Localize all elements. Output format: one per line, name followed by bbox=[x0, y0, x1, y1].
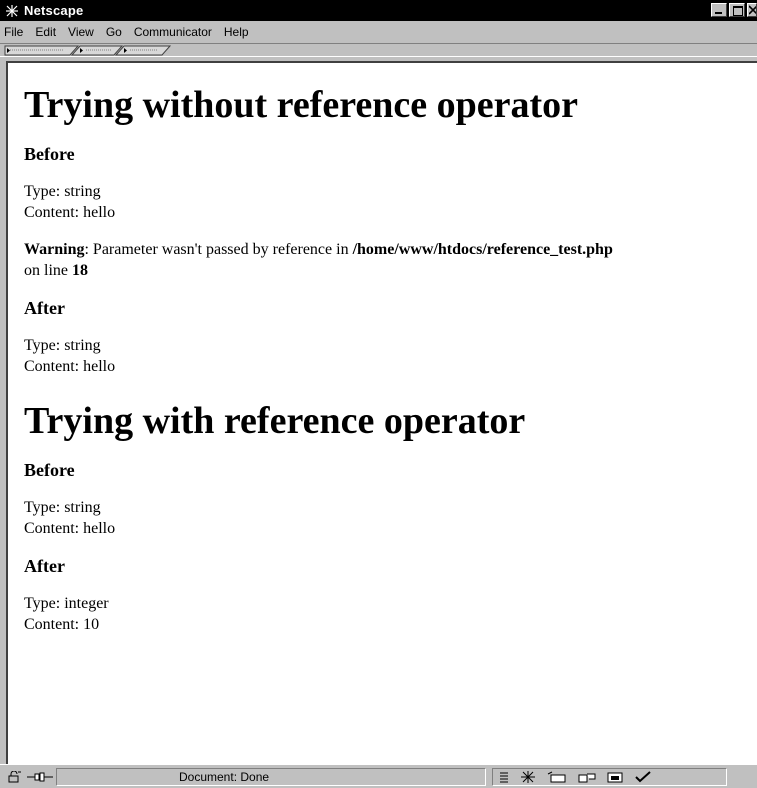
menu-communicator[interactable]: Communicator bbox=[134, 25, 212, 39]
warning-text: : Parameter wasn't passed by reference i… bbox=[84, 241, 353, 258]
menu-help[interactable]: Help bbox=[224, 25, 249, 39]
status-text: Document: Done bbox=[179, 769, 270, 784]
after-output-1: Type: string Content: hello bbox=[24, 335, 749, 377]
netscape-icon bbox=[3, 3, 21, 19]
before-content-2: Content: hello bbox=[24, 520, 116, 537]
component-bar bbox=[492, 767, 727, 786]
warning-path: /home/www/htdocs/reference_test.php bbox=[352, 241, 613, 258]
after-heading-2: After bbox=[24, 556, 65, 576]
before-type-1: Type: string bbox=[24, 183, 101, 200]
close-button[interactable] bbox=[747, 3, 757, 17]
warning-line-prefix: on line bbox=[24, 262, 72, 279]
menu-file[interactable]: File bbox=[4, 25, 23, 39]
warning-message: Warning: Parameter wasn't passed by refe… bbox=[24, 239, 749, 281]
status-message-panel: Document: Done bbox=[56, 767, 486, 786]
after-type-1: Type: string bbox=[24, 337, 101, 354]
security-lock-icon[interactable] bbox=[8, 770, 22, 783]
after-content-2: Content: 10 bbox=[24, 616, 100, 633]
title-bar[interactable]: Netscape bbox=[0, 0, 757, 21]
maximize-button[interactable] bbox=[729, 3, 745, 17]
minimize-button[interactable] bbox=[711, 3, 727, 17]
document-view[interactable]: Trying without reference operator Before… bbox=[6, 61, 757, 764]
heading-with-reference: Trying with reference operator bbox=[24, 400, 526, 442]
after-content-1: Content: hello bbox=[24, 358, 116, 375]
after-heading-1: After bbox=[24, 298, 65, 318]
before-heading-2: Before bbox=[24, 460, 75, 480]
before-output-2: Type: string Content: hello bbox=[24, 497, 749, 539]
after-output-2: Type: integer Content: 10 bbox=[24, 593, 749, 635]
navigator-icon[interactable] bbox=[519, 770, 537, 784]
before-output-1: Type: string Content: hello bbox=[24, 181, 749, 223]
collapsed-toolbars[interactable] bbox=[0, 43, 757, 57]
connection-icon bbox=[26, 771, 54, 783]
after-type-2: Type: integer bbox=[24, 595, 109, 612]
warning-label: Warning bbox=[24, 241, 85, 258]
before-type-2: Type: string bbox=[24, 499, 101, 516]
composer-icon[interactable] bbox=[607, 771, 623, 783]
content-frame: Trying without reference operator Before… bbox=[0, 57, 757, 764]
warning-line-number: 18 bbox=[72, 262, 88, 279]
menu-view[interactable]: View bbox=[68, 25, 94, 39]
heading-without-reference: Trying without reference operator bbox=[24, 84, 579, 126]
status-bar: Document: Done bbox=[0, 764, 757, 788]
before-content-1: Content: hello bbox=[24, 204, 116, 221]
mail-icon[interactable] bbox=[547, 771, 567, 783]
before-heading-1: Before bbox=[24, 144, 75, 164]
spellcheck-icon[interactable] bbox=[633, 770, 655, 783]
window-title: Netscape bbox=[24, 3, 84, 18]
menu-edit[interactable]: Edit bbox=[35, 25, 56, 39]
menu-bar: File Edit View Go Communicator Help bbox=[0, 21, 757, 43]
list-icon[interactable] bbox=[499, 771, 509, 783]
menu-go[interactable]: Go bbox=[106, 25, 122, 39]
discussion-icon[interactable] bbox=[577, 771, 597, 783]
